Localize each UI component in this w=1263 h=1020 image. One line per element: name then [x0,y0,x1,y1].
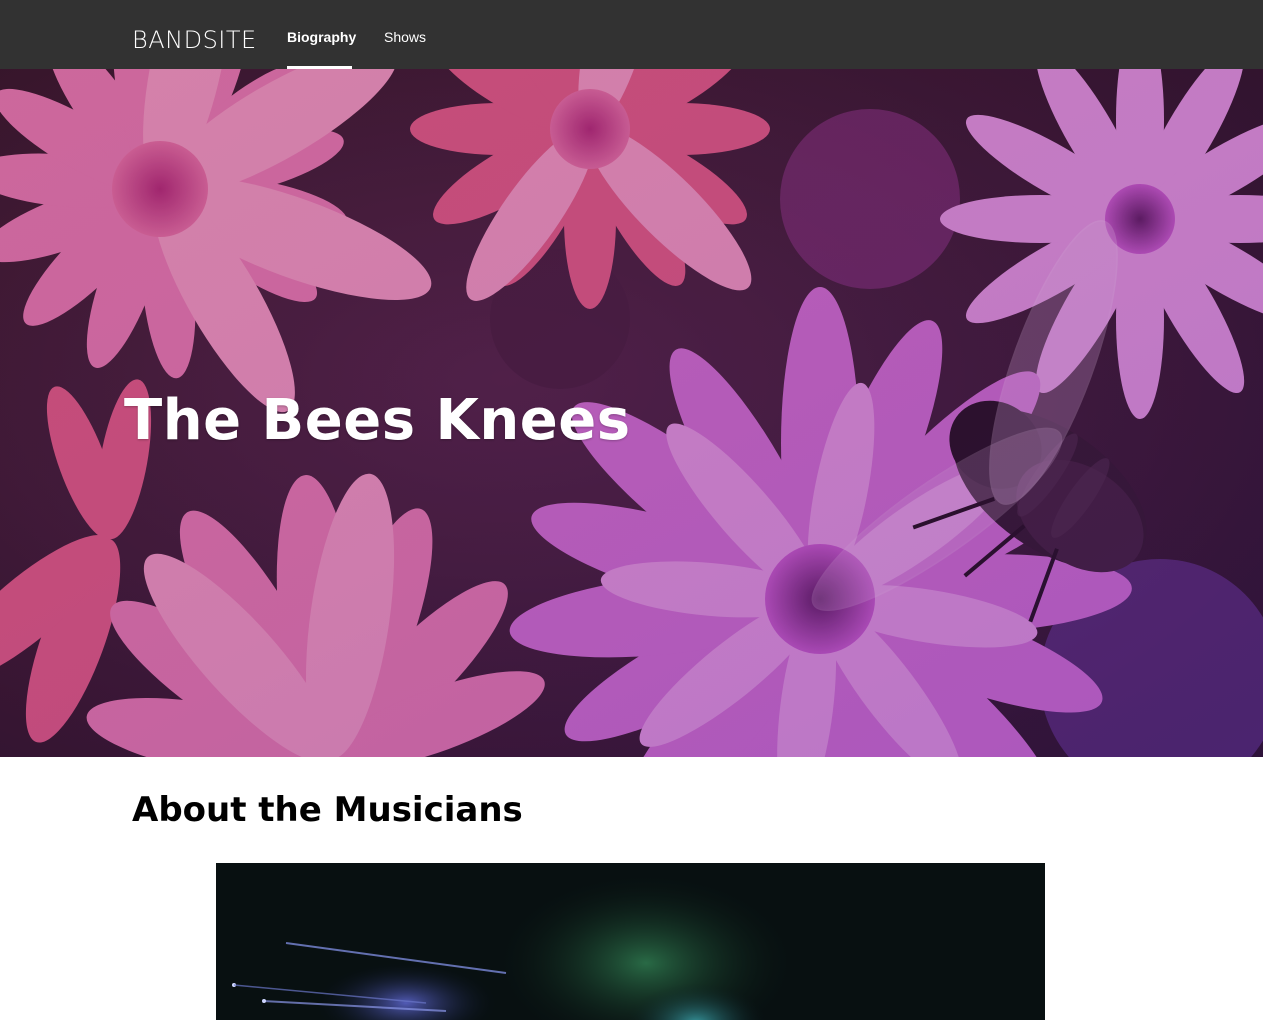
site-header: BANDSITE Biography Shows [0,0,1263,69]
musicians-photo [216,863,1045,1020]
nav-link-shows[interactable]: Shows [384,0,426,69]
nav-link-label: Shows [384,29,427,45]
nav-link-label: Biography [287,29,357,45]
concert-photo-image [216,863,1045,1020]
hero-title: The Bees Knees [124,388,631,453]
brand-logo[interactable]: BANDSITE [132,26,257,54]
hero-banner: The Bees Knees [0,69,1263,757]
section-title-about: About the Musicians [132,790,523,830]
nav-link-biography[interactable]: Biography [287,0,356,69]
